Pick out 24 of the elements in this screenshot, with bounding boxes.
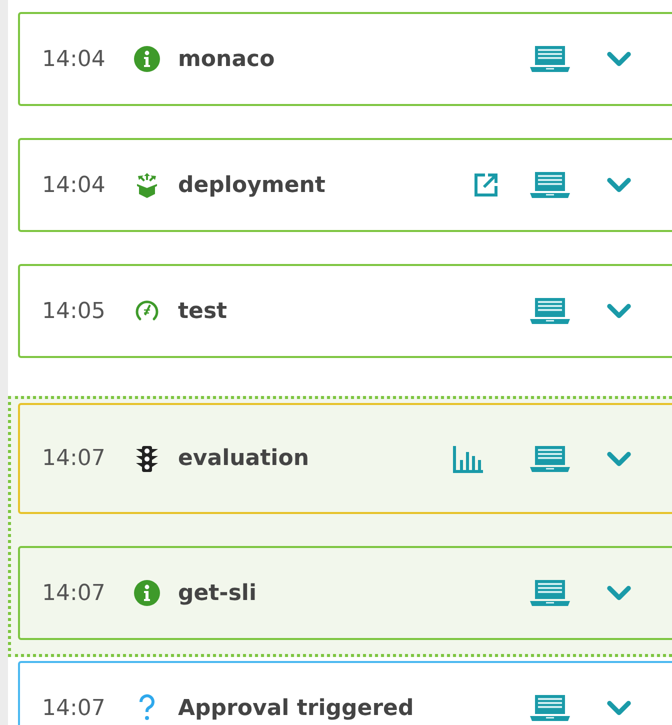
package-icon: [134, 171, 160, 199]
event-name: evaluation: [178, 446, 309, 471]
event-time: 14:04: [42, 172, 106, 198]
event-time: 14:07: [42, 696, 106, 720]
event-time: 14:07: [42, 446, 106, 471]
event-time: 14:07: [42, 580, 106, 606]
laptop-icon[interactable]: [530, 171, 570, 199]
info-icon: [134, 580, 160, 606]
event-name: test: [178, 298, 228, 324]
event-time: 14:05: [42, 298, 106, 324]
event-name: monaco: [178, 46, 275, 72]
event-name: Approval triggered: [178, 696, 414, 720]
event-time: 14:04: [42, 46, 106, 72]
laptop-icon[interactable]: [530, 45, 570, 73]
external-link-icon[interactable]: [472, 171, 500, 199]
traffic-light-icon: [134, 444, 160, 472]
info-icon: [134, 46, 160, 72]
event-name: deployment: [178, 172, 326, 198]
event-name: get-sli: [178, 580, 256, 606]
laptop-icon[interactable]: [530, 444, 570, 472]
bar-chart-icon[interactable]: [452, 444, 484, 474]
laptop-icon[interactable]: [530, 297, 570, 325]
laptop-icon[interactable]: [530, 694, 570, 722]
laptop-icon[interactable]: [530, 579, 570, 607]
